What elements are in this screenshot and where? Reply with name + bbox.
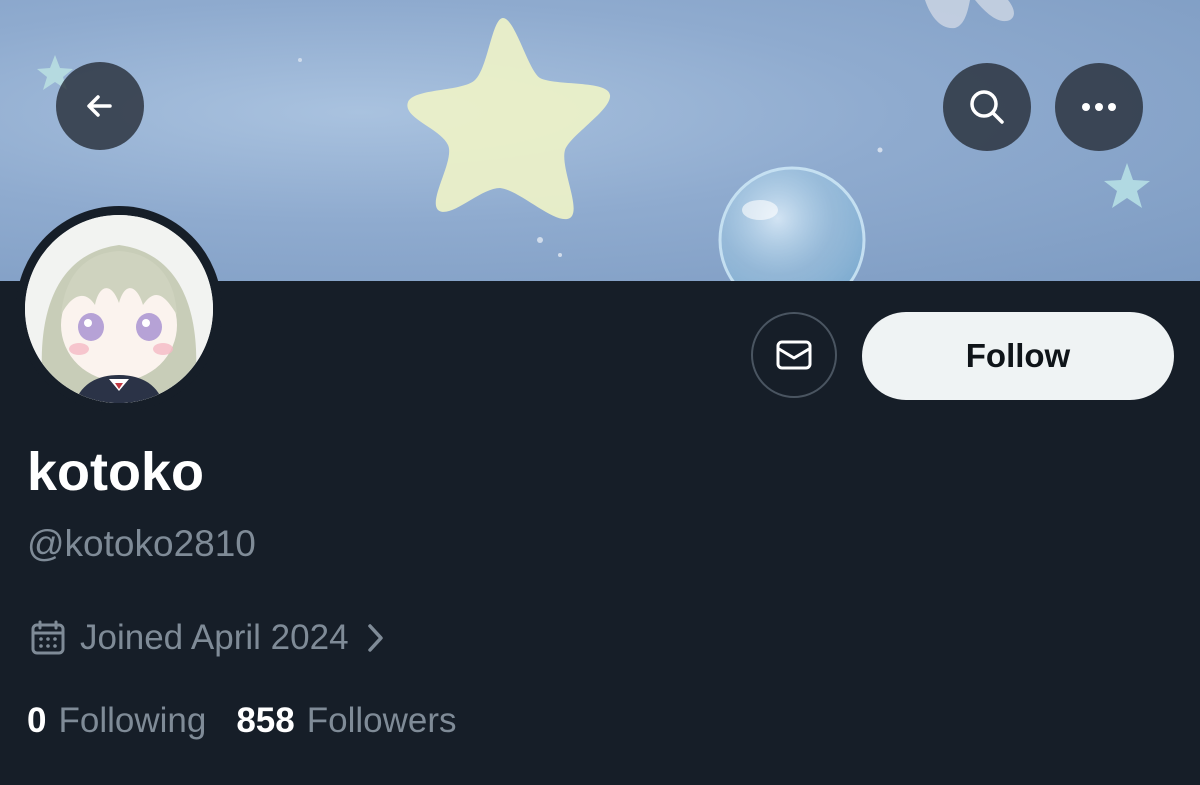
- follow-stats: 0 Following 858 Followers: [27, 697, 457, 745]
- more-button[interactable]: [1055, 63, 1143, 151]
- avatar[interactable]: [16, 206, 222, 412]
- followers-link[interactable]: 858 Followers: [236, 701, 456, 741]
- following-link[interactable]: 0 Following: [27, 701, 206, 741]
- follow-button[interactable]: Follow: [862, 312, 1174, 400]
- search-icon: [970, 90, 1004, 124]
- calendar-icon: [30, 620, 66, 656]
- joined-date-row[interactable]: Joined April 2024: [30, 614, 385, 662]
- followers-label: Followers: [306, 701, 457, 740]
- followers-count: 858: [236, 701, 295, 740]
- following-count: 0: [27, 701, 47, 740]
- search-button[interactable]: [943, 63, 1031, 151]
- avatar-image: [25, 215, 213, 403]
- following-label: Following: [58, 701, 207, 740]
- chevron-right-icon: [365, 622, 385, 654]
- more-horizontal-icon: [1082, 103, 1116, 111]
- display-name: kotoko: [27, 442, 205, 502]
- message-button[interactable]: [751, 312, 837, 398]
- envelope-icon: [776, 340, 812, 370]
- joined-date-text: Joined April 2024: [80, 618, 349, 657]
- arrow-left-icon: [87, 95, 112, 117]
- username-handle: @kotoko2810: [27, 523, 256, 564]
- back-button[interactable]: [56, 62, 144, 150]
